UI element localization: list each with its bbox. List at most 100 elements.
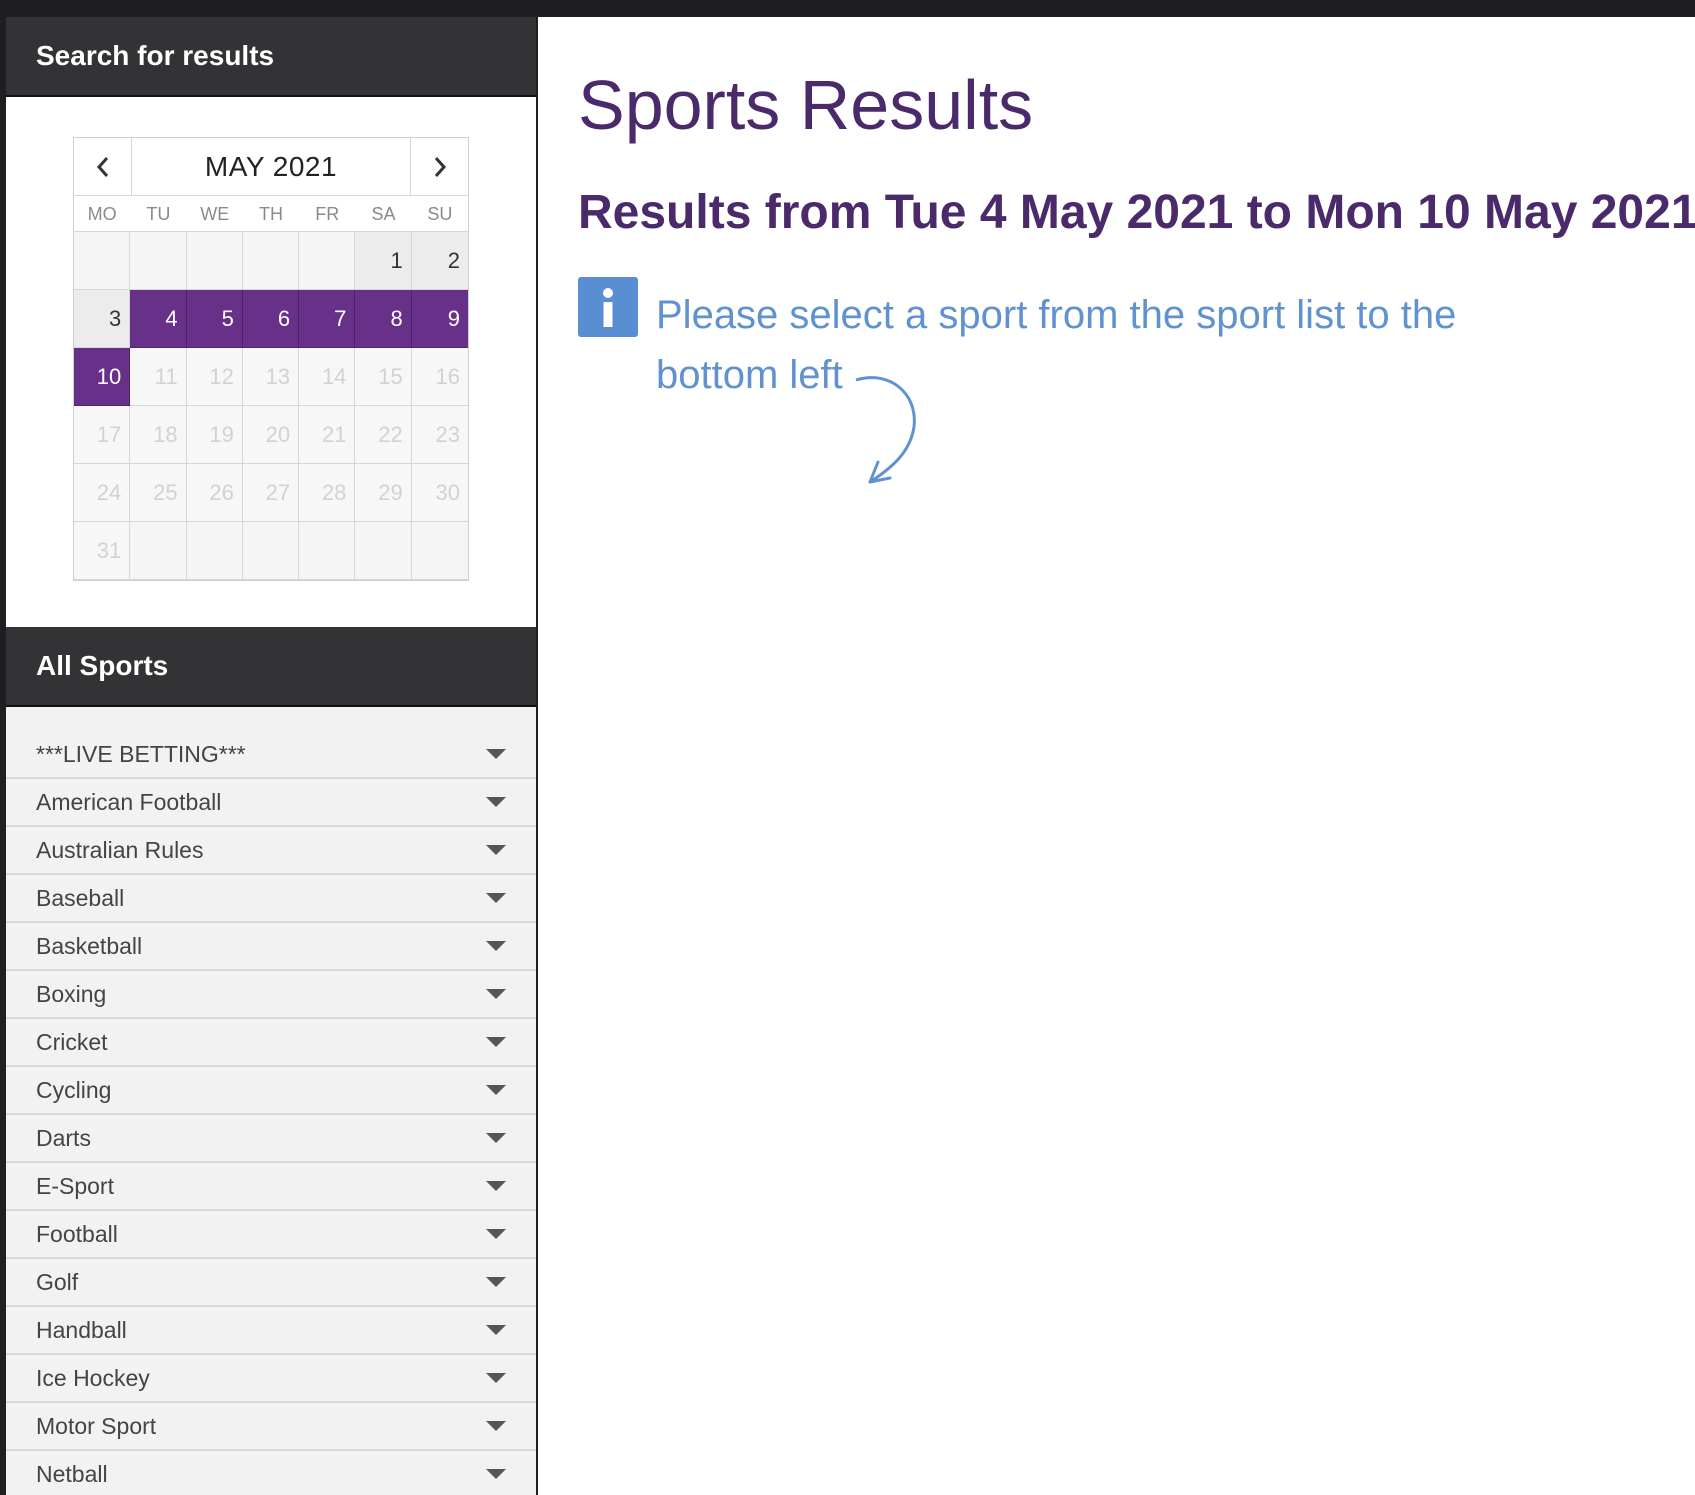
sport-item-label: Golf [36,1268,79,1295]
chevron-down-icon[interactable] [486,1277,506,1287]
chevron-down-icon[interactable] [486,989,506,999]
weekday-label: WE [200,204,230,224]
sport-item-label: Basketball [36,932,143,959]
chevron-down-icon[interactable] [486,1085,506,1095]
chevron-down-icon[interactable] [486,941,506,951]
calendar-empty-cell [242,232,300,290]
calendar-day-26: 26 [186,464,243,522]
sport-item-label: Football [36,1220,118,1247]
calendar-day-2[interactable]: 2 [411,232,468,290]
sport-item-label: Motor Sport [36,1412,157,1439]
calendar-empty-cell [355,522,412,580]
calendar-empty-cell [186,522,243,580]
calendar-area: MAY 2021 MO TU WE TH FR SA SU 1 2 3 4 5 6 7 8 9 10 11 12 1… [6,97,536,627]
info-message: Please select a sport from the sport lis… [656,293,1457,397]
calendar-day-18: 18 [130,406,187,464]
sport-item[interactable]: Cycling [6,1067,536,1115]
sport-item[interactable]: Cricket [6,1019,536,1067]
sport-item[interactable]: Golf [6,1259,536,1307]
sport-item-label: Baseball [36,884,125,911]
sport-item[interactable]: Baseball [6,875,536,923]
calendar-day-31: 31 [74,522,131,580]
calendar-day-17: 17 [74,406,131,464]
chevron-down-icon[interactable] [486,845,506,855]
chevron-down-icon[interactable] [486,797,506,807]
calendar-empty-cell [299,522,356,580]
sport-item-label: Cricket [36,1028,108,1055]
chevron-down-icon[interactable] [486,1421,506,1431]
chevron-down-icon[interactable] [486,1325,506,1335]
prev-month-button[interactable] [74,138,132,196]
calendar-day-7[interactable]: 7 [299,290,356,348]
calendar-day-5[interactable]: 5 [186,290,243,348]
sport-item[interactable]: Ice Hockey [6,1355,536,1403]
chevron-left-icon [96,157,108,177]
calendar-day-29: 29 [355,464,412,522]
sport-item[interactable]: Boxing [6,971,536,1019]
sport-item-label: Darts [36,1124,91,1151]
search-results-header: Search for results [6,17,536,97]
chevron-down-icon[interactable] [486,749,506,759]
sport-item-label: Australian Rules [36,836,204,863]
sport-item[interactable]: Australian Rules [6,827,536,875]
sport-item[interactable]: Handball [6,1307,536,1355]
sport-item[interactable]: Motor Sport [6,1403,536,1451]
weekday-label: FR [315,204,340,224]
sport-item[interactable]: Netball [6,1451,536,1495]
calendar-day-1[interactable]: 1 [355,232,412,290]
calendar-day-22: 22 [355,406,412,464]
page-title: Sports Results [578,66,1034,144]
sport-item-label: Cycling [36,1076,112,1103]
chevron-down-icon[interactable] [486,1181,506,1191]
calendar-day-9[interactable]: 9 [411,290,468,348]
calendar-day-3[interactable]: 3 [74,290,131,348]
calendar-day-4[interactable]: 4 [130,290,187,348]
sport-item-label: E-Sport [36,1172,114,1199]
calendar-day-15: 15 [355,348,412,406]
chevron-down-icon[interactable] [486,1037,506,1047]
sport-item-label: American Football [36,788,222,815]
calendar-day-16: 16 [411,348,468,406]
calendar-weekdays: MO TU WE TH FR SA SU [74,196,468,232]
calendar-day-27: 27 [242,464,300,522]
sport-item-label: ***LIVE BETTING*** [36,740,246,767]
weekday-label: TH [258,204,283,224]
weekday-label: SU [427,204,453,224]
sport-item[interactable]: Darts [6,1115,536,1163]
weekday-label: TU [146,204,171,224]
calendar-day-8[interactable]: 8 [355,290,412,348]
calendar-grid: 1 2 3 4 5 6 7 8 9 10 11 12 13 14 15 16 17 18 19 20 21 22 23 24 2… [74,232,468,580]
curved-arrow-icon [855,376,916,484]
top-bar [0,0,1695,17]
calendar-month-label: MAY 2021 [204,150,338,182]
calendar-empty-cell [186,232,243,290]
chevron-down-icon[interactable] [486,1133,506,1143]
main-content: Sports Results Results from Tue 4 May 20… [538,17,1695,1495]
calendar-day-10[interactable]: 10 [74,348,131,406]
sports-list: ***LIVE BETTING*** American Football Austr… [6,707,536,1495]
calendar-day-19: 19 [186,406,243,464]
results-range-heading: Results from Tue 4 May 2021 to Mon 10 Ma… [578,186,1695,239]
sidebar: Search for results MAY 2021 MO TU WE TH FR SA… [6,17,536,1495]
chevron-right-icon [434,157,446,177]
sport-item[interactable]: Basketball [6,923,536,971]
next-month-button[interactable] [410,138,468,196]
chevron-down-icon[interactable] [486,1229,506,1239]
search-results-title: Search for results [36,40,275,71]
chevron-down-icon[interactable] [486,893,506,903]
calendar-day-28: 28 [299,464,356,522]
weekday-label: MO [87,204,117,224]
calendar-day-24: 24 [74,464,131,522]
chevron-down-icon[interactable] [486,1373,506,1383]
calendar-header: MAY 2021 [74,138,468,196]
calendar-empty-cell [299,232,356,290]
calendar-day-6[interactable]: 6 [242,290,300,348]
sport-item[interactable]: American Football [6,779,536,827]
calendar-day-30: 30 [411,464,468,522]
chevron-down-icon[interactable] [486,1469,506,1479]
sport-item[interactable]: ***LIVE BETTING*** [6,731,536,779]
calendar-day-25: 25 [130,464,187,522]
sport-item-label: Netball [36,1460,108,1487]
sport-item[interactable]: E-Sport [6,1163,536,1211]
sport-item[interactable]: Football [6,1211,536,1259]
